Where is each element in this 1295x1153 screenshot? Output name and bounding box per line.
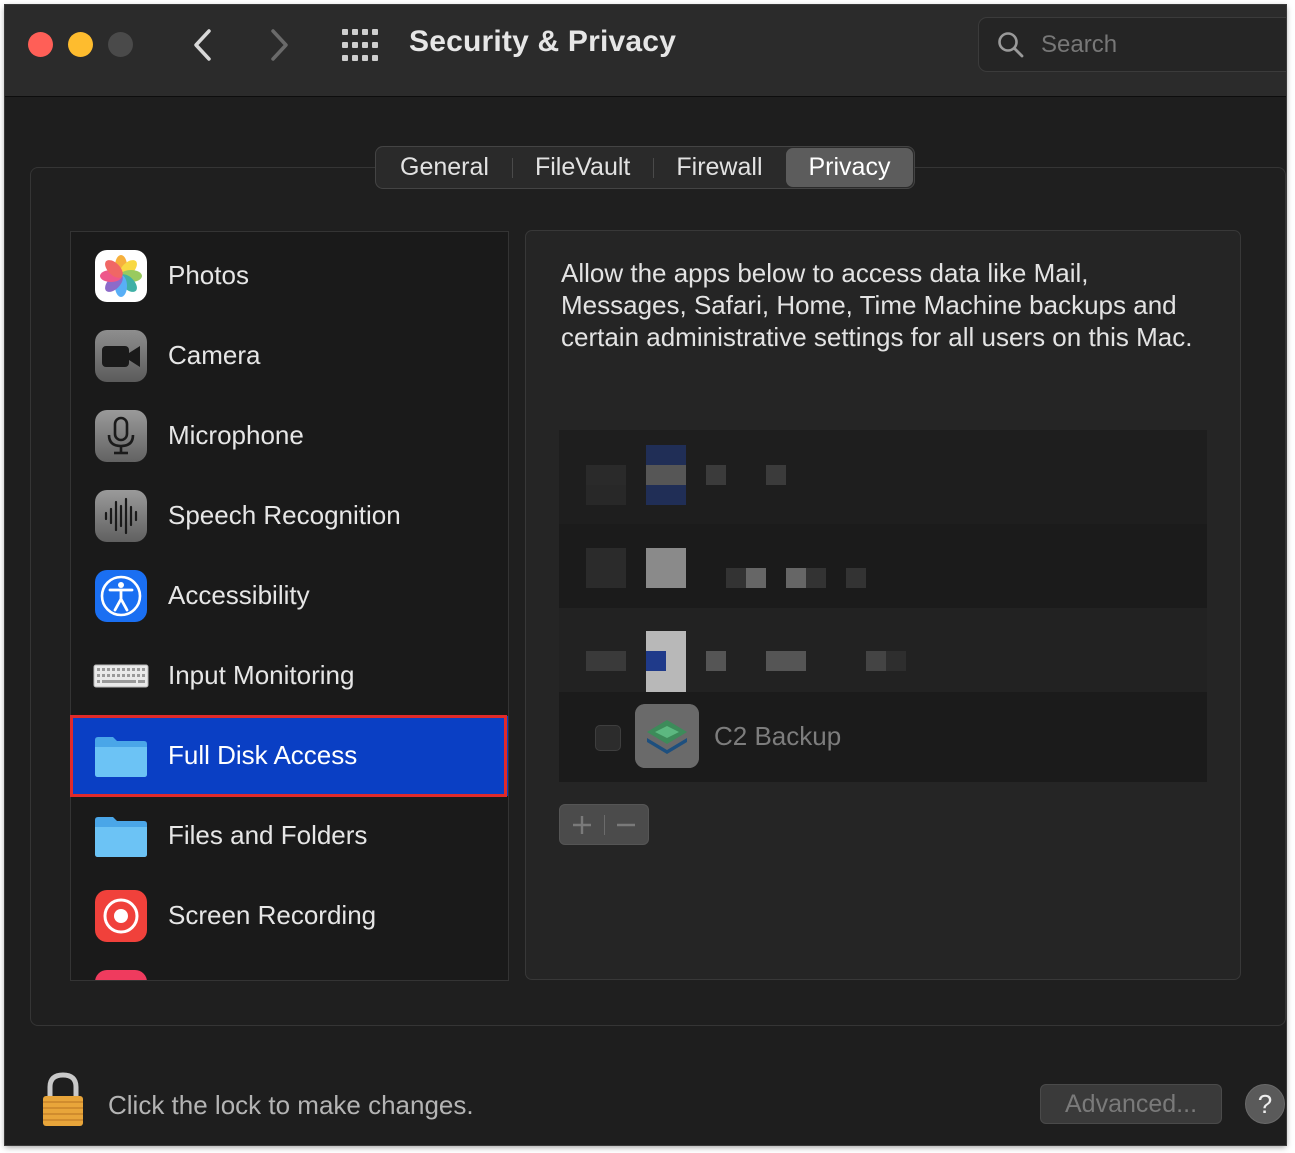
privacy-category-list: Photos Camera Microphone Speech Recognit… xyxy=(70,231,509,981)
tab-filevault[interactable]: FileVault xyxy=(511,148,653,187)
help-button[interactable]: ? xyxy=(1245,1084,1285,1124)
folder-icon xyxy=(95,737,147,777)
camera-icon xyxy=(95,330,147,382)
title-bar: Security & Privacy xyxy=(5,5,1286,97)
advanced-button[interactable]: Advanced... xyxy=(1040,1084,1222,1124)
waveform-icon xyxy=(95,490,147,542)
category-files-and-folders[interactable]: Files and Folders xyxy=(71,796,508,876)
category-label: Speech Recognition xyxy=(168,500,401,530)
app-list[interactable]: C2 Backup xyxy=(559,430,1207,782)
category-full-disk-access[interactable]: Full Disk Access xyxy=(71,716,508,796)
tab-bar: General FileVault Firewall Privacy xyxy=(375,146,916,189)
category-label: Screen Recording xyxy=(168,900,377,930)
category-camera[interactable]: Camera xyxy=(71,316,508,396)
microphone-icon xyxy=(95,410,147,462)
folder-icon xyxy=(95,817,147,857)
list-item-redacted xyxy=(559,524,1207,608)
accessibility-icon xyxy=(95,570,147,622)
screen-recording-icon xyxy=(95,890,147,942)
category-label: Input Monitoring xyxy=(168,660,355,690)
list-item-redacted xyxy=(559,608,1207,692)
preferences-window: Security & Privacy General FileVault Fir… xyxy=(5,5,1286,1145)
category-label: Photos xyxy=(168,260,249,290)
remove-app-button[interactable] xyxy=(604,805,648,844)
app-icon xyxy=(95,970,147,980)
lock-icon[interactable] xyxy=(41,1071,85,1127)
category-label: Microphone xyxy=(168,420,304,450)
search-field[interactable] xyxy=(978,17,1286,72)
category-input-monitoring[interactable]: Input Monitoring xyxy=(71,636,508,716)
category-accessibility[interactable]: Accessibility xyxy=(71,556,508,636)
add-app-button[interactable] xyxy=(560,805,604,844)
category-label: Files and Folders xyxy=(168,820,368,850)
search-input[interactable] xyxy=(1039,28,1283,62)
category-screen-recording[interactable]: Screen Recording xyxy=(71,876,508,956)
category-speech-recognition[interactable]: Speech Recognition xyxy=(71,476,508,556)
tab-firewall[interactable]: Firewall xyxy=(653,148,785,187)
plus-icon xyxy=(573,815,591,834)
access-description: Allow the apps below to access data like… xyxy=(561,258,1193,352)
search-icon xyxy=(998,32,1024,58)
tab-privacy[interactable]: Privacy xyxy=(785,148,914,187)
forward-chevron-icon[interactable] xyxy=(261,25,297,65)
close-button[interactable] xyxy=(28,32,53,57)
c2-backup-icon xyxy=(635,704,699,768)
back-chevron-icon[interactable] xyxy=(185,25,221,65)
lock-message: Click the lock to make changes. xyxy=(108,1090,474,1120)
minimize-button[interactable] xyxy=(68,32,93,57)
app-name: C2 Backup xyxy=(714,721,842,751)
keyboard-icon xyxy=(93,664,149,688)
tab-general[interactable]: General xyxy=(377,148,512,187)
zoom-button[interactable] xyxy=(108,32,133,57)
category-label: Camera xyxy=(168,340,261,370)
detail-panel: Allow the apps below to access data like… xyxy=(525,230,1241,980)
minus-icon xyxy=(617,823,635,826)
category-photos[interactable]: Photos xyxy=(71,236,508,316)
window-title: Security & Privacy xyxy=(409,25,677,58)
category-partial-item[interactable] xyxy=(71,956,508,980)
show-all-grid-icon[interactable] xyxy=(341,27,379,63)
photos-icon xyxy=(95,250,147,302)
category-microphone[interactable]: Microphone xyxy=(71,396,508,476)
category-label: Full Disk Access xyxy=(168,740,358,770)
category-label: Accessibility xyxy=(168,580,310,610)
list-item-c2-backup: C2 Backup xyxy=(559,694,1207,778)
list-item-background xyxy=(559,430,1207,524)
add-remove-control xyxy=(559,804,649,845)
app-checkbox[interactable] xyxy=(595,725,621,751)
